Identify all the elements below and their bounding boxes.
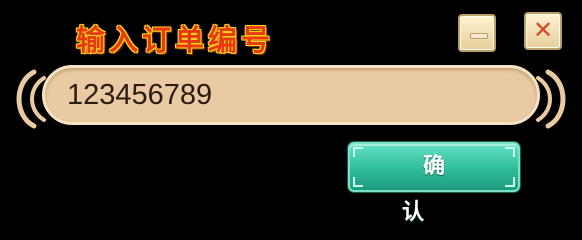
close-button[interactable]: ✕ <box>524 12 562 50</box>
right-bracket-ornament <box>536 69 566 129</box>
order-number-input-group <box>8 62 574 134</box>
minimize-button[interactable] <box>458 14 496 52</box>
close-icon: ✕ <box>532 16 554 44</box>
dialog-title: 输入订单编号 <box>76 23 275 57</box>
confirm-button[interactable]: 确认 <box>348 142 520 225</box>
confirm-button-label: 确认 <box>401 154 487 225</box>
order-number-input[interactable] <box>42 65 540 125</box>
minimize-icon <box>470 33 488 39</box>
order-number-dialog: 输入订单编号 ✕ 确认 <box>0 0 582 225</box>
